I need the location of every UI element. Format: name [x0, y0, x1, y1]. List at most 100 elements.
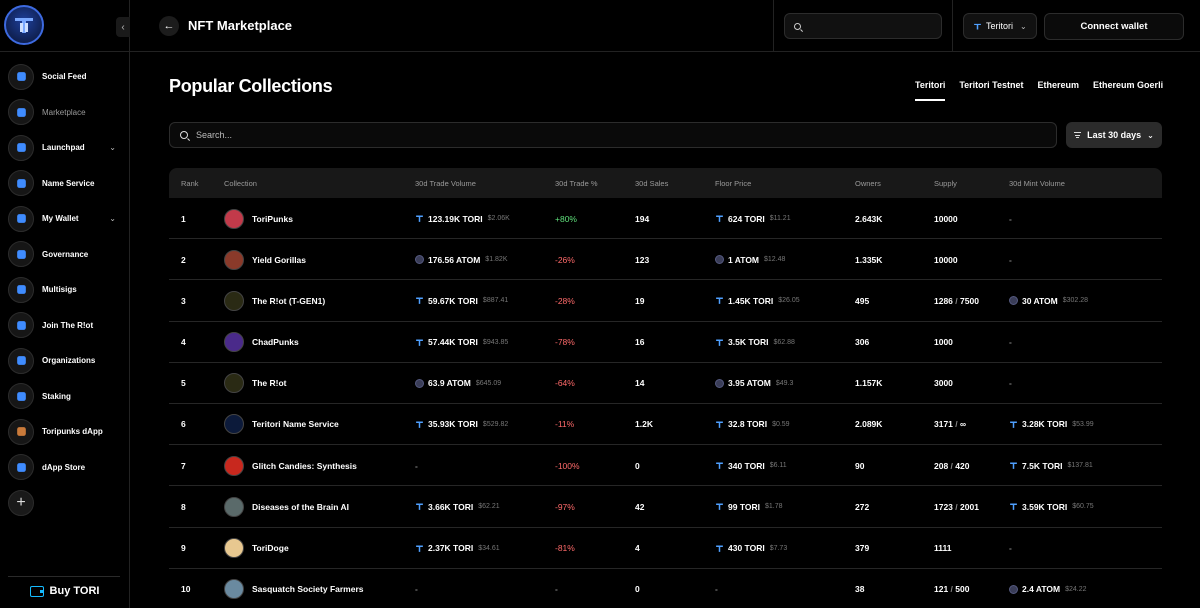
- tab-ethereum-goerli[interactable]: Ethereum Goerli: [1093, 80, 1163, 101]
- mint-volume-value: 7.5K TORI: [1022, 460, 1063, 471]
- tab-ethereum[interactable]: Ethereum: [1038, 80, 1080, 101]
- back-button[interactable]: ←: [159, 16, 179, 36]
- collection-avatar: [224, 290, 244, 311]
- table-row[interactable]: 8 Diseases of the Brain AI 3.66K TORI $62.2…: [169, 486, 1162, 528]
- sidebar-item-governance[interactable]: Governance: [0, 237, 130, 273]
- supply-total: 7500: [960, 295, 979, 306]
- mint-volume-cell: 30 ATOM $302.28: [1009, 280, 1088, 321]
- collection-name[interactable]: Glitch Candies: Synthesis: [252, 461, 357, 471]
- sales-value: 194: [635, 213, 650, 224]
- table-row[interactable]: 3 The R!ot (T-GEN1) 59.67K TORI $887.41 -28%…: [169, 280, 1162, 322]
- sidebar-item-multisigs[interactable]: Multisigs: [0, 272, 130, 308]
- sidebar-item-join-the-r-ot[interactable]: Join The R!ot: [0, 308, 130, 344]
- collections-search[interactable]: [169, 122, 1057, 148]
- sidebar-item-launchpad[interactable]: Launchpad ⌄: [0, 130, 130, 166]
- period-select-button[interactable]: Last 30 days ⌄: [1066, 122, 1162, 148]
- collection-name[interactable]: Diseases of the Brain AI: [252, 502, 349, 512]
- column-header[interactable]: Supply: [934, 179, 957, 188]
- sidebar-item-label: Staking: [42, 391, 71, 401]
- collection-name[interactable]: The R!ot (T-GEN1): [252, 296, 325, 306]
- sidebar-item-dapp-store[interactable]: dApp Store: [0, 450, 130, 486]
- column-header[interactable]: 30d Sales: [635, 179, 668, 188]
- collections-search-input[interactable]: [196, 130, 496, 140]
- tori-token-icon: [715, 544, 724, 553]
- column-header[interactable]: Rank: [181, 179, 199, 188]
- column-header[interactable]: Floor Price: [715, 179, 751, 188]
- sidebar-item-my-wallet[interactable]: My Wallet ⌄: [0, 201, 130, 237]
- supply-cell: 3171 / ∞: [934, 404, 966, 445]
- floor-price-cell: 3.5K TORI $62.88: [715, 322, 795, 363]
- supply-cell: 1111: [934, 528, 952, 569]
- collection-name[interactable]: Sasquatch Society Farmers: [252, 584, 364, 594]
- network-select[interactable]: Teritori ⌄: [963, 13, 1037, 39]
- collection-cell[interactable]: ChadPunks: [224, 322, 299, 363]
- add-dapp-button[interactable]: +: [8, 490, 34, 516]
- collection-avatar: [224, 579, 244, 600]
- collection-cell[interactable]: Diseases of the Brain AI: [224, 486, 349, 527]
- collapse-sidebar-button[interactable]: ‹: [116, 17, 130, 37]
- trade-volume-value: 123.19K TORI: [428, 213, 483, 224]
- owners-value: 38: [855, 584, 865, 595]
- sidebar-item-label: Launchpad: [42, 143, 85, 153]
- trade-percent-value: -78%: [555, 337, 575, 348]
- column-header[interactable]: Collection: [224, 179, 257, 188]
- atom-token-icon: [715, 378, 724, 388]
- collection-cell[interactable]: The R!ot (T-GEN1): [224, 280, 325, 321]
- mint-volume-usd: $53.99: [1072, 420, 1094, 428]
- sidebar-item-staking[interactable]: Staking: [0, 379, 130, 415]
- tab-teritori[interactable]: Teritori: [915, 80, 946, 101]
- column-header[interactable]: 30d Trade %: [555, 179, 598, 188]
- supply-value: 1723: [934, 501, 953, 512]
- sidebar-item-name-service[interactable]: Name Service: [0, 166, 130, 202]
- teritori-logo-icon[interactable]: [4, 5, 44, 45]
- collection-name[interactable]: Teritori Name Service: [252, 419, 339, 429]
- sidebar-item-marketplace[interactable]: Marketplace: [0, 95, 130, 131]
- tab-teritori-testnet[interactable]: Teritori Testnet: [959, 80, 1023, 101]
- header-search-input[interactable]: [784, 13, 942, 39]
- table-row[interactable]: 5 The R!ot 63.9 ATOM $645.09 -64% 14 3.95 ATOM…: [169, 363, 1162, 404]
- chevron-down-icon[interactable]: ⌄: [109, 214, 116, 223]
- collection-name[interactable]: ToriDoge: [252, 543, 289, 553]
- supply-cell: 121 / 500: [934, 569, 969, 608]
- owners-value: 495: [855, 295, 870, 306]
- collection-cell[interactable]: ToriPunks: [224, 198, 293, 239]
- staking-icon: [8, 383, 34, 410]
- collection-cell[interactable]: Yield Gorillas: [224, 239, 306, 280]
- table-row[interactable]: 9 ToriDoge 2.37K TORI $34.61 -81% 4 430 TORI $7…: [169, 528, 1162, 569]
- collection-name[interactable]: Yield Gorillas: [252, 255, 306, 265]
- mint-volume-usd: $60.75: [1072, 503, 1094, 511]
- collection-cell[interactable]: ToriDoge: [224, 528, 289, 569]
- trade-percent-value: -11%: [555, 419, 575, 430]
- sidebar-item-organizations[interactable]: Organizations: [0, 343, 130, 379]
- chevron-down-icon[interactable]: ⌄: [109, 143, 116, 152]
- collection-name[interactable]: The R!ot: [252, 378, 286, 388]
- buy-tori-button[interactable]: Buy TORI: [0, 577, 129, 605]
- sidebar-item-toripunks-dapp[interactable]: Toripunks dApp: [0, 414, 130, 450]
- collection-cell[interactable]: Teritori Name Service: [224, 404, 339, 445]
- table-row[interactable]: 1 ToriPunks 123.19K TORI $2.06K +80% 194 624 T…: [169, 198, 1162, 240]
- tori-token-icon: [715, 214, 724, 223]
- owners-value: 306: [855, 337, 870, 348]
- tori-token-icon: [1009, 461, 1018, 470]
- connect-wallet-button[interactable]: Connect wallet: [1044, 13, 1184, 40]
- table-row[interactable]: 6 Teritori Name Service 35.93K TORI $529.82…: [169, 404, 1162, 446]
- column-header[interactable]: 30d Trade Volume: [415, 179, 476, 188]
- collection-name[interactable]: ChadPunks: [252, 337, 299, 347]
- mint-volume-usd: $137.81: [1067, 462, 1093, 470]
- collection-cell[interactable]: Sasquatch Society Farmers: [224, 569, 364, 608]
- riot-icon: [8, 312, 34, 339]
- teritori-network-icon: [974, 23, 981, 29]
- owners-cell: 90: [855, 445, 864, 486]
- column-header[interactable]: Owners: [855, 179, 881, 188]
- rank-value: 6: [181, 419, 186, 430]
- table-row[interactable]: 10 Sasquatch Society Farmers - - 0 - 38 121 / 5…: [169, 569, 1162, 608]
- table-row[interactable]: 2 Yield Gorillas 176.56 ATOM $1.82K -26% 123 1…: [169, 239, 1162, 281]
- collection-name[interactable]: ToriPunks: [252, 214, 293, 224]
- table-row[interactable]: 7 Glitch Candies: Synthesis - -100% 0 340 TOR…: [169, 445, 1162, 487]
- column-header[interactable]: 30d Mint Volume: [1009, 179, 1065, 188]
- table-row[interactable]: 4 ChadPunks 57.44K TORI $943.85 -78% 16 3.5K T…: [169, 322, 1162, 363]
- sidebar-item-social-feed[interactable]: Social Feed: [0, 59, 130, 95]
- trade-percent-cell: -26%: [555, 239, 575, 280]
- collection-cell[interactable]: Glitch Candies: Synthesis: [224, 445, 357, 486]
- collection-cell[interactable]: The R!ot: [224, 363, 286, 404]
